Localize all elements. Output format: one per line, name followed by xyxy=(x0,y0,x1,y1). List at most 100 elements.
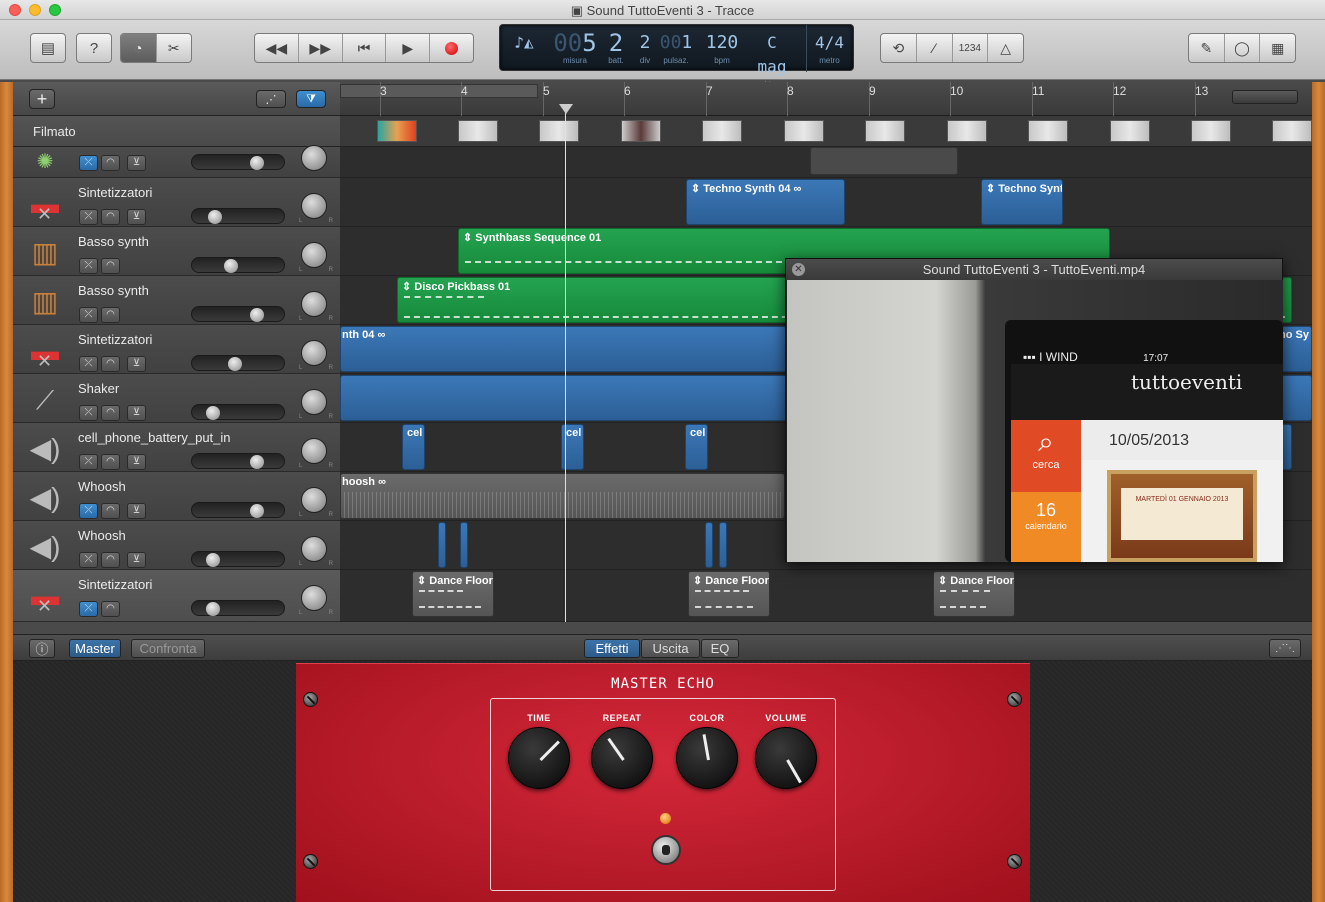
tuner-button[interactable]: ⁄ xyxy=(917,34,953,62)
pan-knob[interactable] xyxy=(301,487,327,513)
compare-button[interactable]: Confronta xyxy=(131,639,205,658)
mute-button[interactable]: ⤫ xyxy=(79,356,98,372)
tab-output[interactable]: Uscita xyxy=(641,639,700,658)
solo-button[interactable]: ◠ xyxy=(101,405,120,421)
input-monitor-button[interactable]: ⊻ xyxy=(127,405,146,421)
automation-button[interactable]: ⋰ xyxy=(256,90,286,108)
audio-region[interactable] xyxy=(460,522,468,568)
pan-knob[interactable] xyxy=(301,340,327,366)
lcd-display[interactable]: ♪◭ 005 misura 2 batt. 2 div 001 pulsaz. 120 b… xyxy=(499,24,854,89)
solo-button[interactable]: ◠ xyxy=(101,552,120,568)
audio-region[interactable]: hoosh ∞ xyxy=(340,473,785,519)
movie-filmstrip[interactable] xyxy=(340,116,1312,147)
movie-window[interactable]: ✕ Sound TuttoEventi 3 - TuttoEventi.mp4 … xyxy=(785,258,1283,562)
mute-button[interactable]: ⤫ xyxy=(79,552,98,568)
solo-button[interactable]: ◠ xyxy=(101,155,120,171)
media-browser-button[interactable]: ▦ xyxy=(1260,34,1295,62)
pan-knob[interactable] xyxy=(301,536,327,562)
metronome-button[interactable]: △ xyxy=(988,34,1023,62)
track-lane[interactable] xyxy=(340,147,1312,178)
volume-slider[interactable] xyxy=(191,306,285,322)
time-knob[interactable] xyxy=(508,727,570,789)
catch-button[interactable]: ⧩ xyxy=(296,90,326,108)
track-lane[interactable]: ⇕ Dance Floor ⇕ Dance Floor ⇕ Dance Floo… xyxy=(340,570,1312,622)
pan-knob[interactable] xyxy=(301,193,327,219)
record-button[interactable] xyxy=(430,34,473,62)
track-header-selected[interactable]: ▬ ✕ Sintetizzatori ⤫ ◠ LR xyxy=(13,570,340,622)
input-monitor-button[interactable]: ⊻ xyxy=(127,209,146,225)
audio-region[interactable] xyxy=(719,522,727,568)
go-to-start-button[interactable]: ⏮ xyxy=(343,34,387,62)
mute-button[interactable]: ⤫ xyxy=(79,307,98,323)
track-header[interactable]: ▥ Basso synth ⤫ ◠ LR xyxy=(13,227,340,276)
track-header[interactable]: ⟋ Shaker ⤫ ◠ ⊻ LR xyxy=(13,374,340,423)
track-header[interactable]: ◀) cell_phone_battery_put_in ⤫ ◠ ⊻ LR xyxy=(13,423,340,472)
input-monitor-button[interactable]: ⊻ xyxy=(127,552,146,568)
mute-button[interactable]: ⤫ xyxy=(79,155,98,171)
tab-effects[interactable]: Effetti xyxy=(584,639,640,658)
mute-button[interactable]: ⤫ xyxy=(79,209,98,225)
loop-browser-button[interactable]: ◯ xyxy=(1225,34,1261,62)
track-header[interactable]: ◀) Whoosh ⤫ ◠ ⊻ LR xyxy=(13,472,340,521)
solo-button[interactable]: ◠ xyxy=(101,356,120,372)
volume-slider[interactable] xyxy=(191,404,285,420)
pan-knob[interactable] xyxy=(301,145,327,171)
volume-slider[interactable] xyxy=(191,600,285,616)
movie-window-titlebar[interactable]: ✕ Sound TuttoEventi 3 - TuttoEventi.mp4 xyxy=(786,259,1282,280)
midi-region[interactable]: ⇕ Techno Synt xyxy=(981,179,1063,225)
volume-slider[interactable] xyxy=(191,551,285,567)
track-lane[interactable]: ⇕ Techno Synth 04 ∞ ⇕ Techno Synt xyxy=(340,178,1312,227)
solo-button[interactable]: ◠ xyxy=(101,209,120,225)
volume-slider[interactable] xyxy=(191,453,285,469)
midi-region[interactable]: ⇕ Techno Synth 04 ∞ xyxy=(686,179,845,225)
movie-track-header[interactable]: Filmato xyxy=(13,116,340,147)
input-monitor-button[interactable]: ⊻ xyxy=(127,454,146,470)
midi-region[interactable]: ⇕ Dance Floor xyxy=(688,571,770,617)
audio-region[interactable]: cel xyxy=(685,424,708,470)
audio-region[interactable] xyxy=(438,522,446,568)
input-monitor-button[interactable]: ⊻ xyxy=(127,356,146,372)
cycle-region[interactable] xyxy=(340,84,538,98)
tab-eq[interactable]: EQ xyxy=(701,639,739,658)
playhead-handle[interactable] xyxy=(559,104,573,114)
input-monitor-button[interactable]: ⊻ xyxy=(127,155,146,171)
volume-slider[interactable] xyxy=(191,154,285,170)
track-header[interactable]: ▥ Basso synth ⤫ ◠ LR xyxy=(13,276,340,325)
smart-controls-button[interactable]: ◔ xyxy=(121,34,157,62)
count-in-button[interactable]: 1234 xyxy=(953,34,989,62)
solo-button[interactable]: ◠ xyxy=(101,258,120,274)
midi-region[interactable]: ⇕ Dance Floor xyxy=(933,571,1015,617)
lcd-key[interactable]: C magchiave xyxy=(748,25,796,89)
bypass-switch[interactable] xyxy=(651,835,681,865)
zoom-slider[interactable] xyxy=(1232,90,1298,104)
mute-button[interactable]: ⤫ xyxy=(79,405,98,421)
add-track-button[interactable]: + xyxy=(29,89,55,109)
lcd-tempo[interactable]: 120 bpm xyxy=(702,25,742,72)
mute-button[interactable]: ⤫ xyxy=(79,258,98,274)
library-button[interactable]: ▤ xyxy=(30,33,66,63)
color-knob[interactable] xyxy=(676,727,738,789)
pan-knob[interactable] xyxy=(301,389,327,415)
volume-slider[interactable] xyxy=(191,208,285,224)
notepad-button[interactable]: ✎ xyxy=(1189,34,1225,62)
volume-knob[interactable] xyxy=(755,727,817,789)
mute-button[interactable]: ⤫ xyxy=(79,503,98,519)
track-header[interactable]: ✺ ⤫ ◠ ⊻ xyxy=(13,145,340,178)
play-button[interactable]: ▶ xyxy=(386,34,431,62)
volume-slider[interactable] xyxy=(191,257,285,273)
lcd-mode-icon[interactable]: ♪◭ xyxy=(504,25,544,72)
solo-button[interactable]: ◠ xyxy=(101,307,120,323)
lcd-time-signature[interactable]: 4/4 metro xyxy=(806,25,852,72)
mute-button[interactable]: ⤫ xyxy=(79,454,98,470)
editors-button[interactable]: ✂ xyxy=(157,34,192,62)
input-monitor-button[interactable]: ⊻ xyxy=(127,503,146,519)
pan-knob[interactable] xyxy=(301,242,327,268)
track-header[interactable]: ◀) Whoosh ⤫ ◠ ⊻ LR xyxy=(13,521,340,570)
automation-toggle-button[interactable]: ⋰⋱ xyxy=(1269,639,1301,658)
audio-region[interactable]: cel xyxy=(402,424,425,470)
rewind-button[interactable]: ◀◀ xyxy=(255,34,299,62)
pan-knob[interactable] xyxy=(301,585,327,611)
info-button[interactable]: ⓘ xyxy=(29,639,55,658)
mute-button[interactable]: ⤫ xyxy=(79,601,98,617)
movie-close-button[interactable]: ✕ xyxy=(792,263,805,276)
